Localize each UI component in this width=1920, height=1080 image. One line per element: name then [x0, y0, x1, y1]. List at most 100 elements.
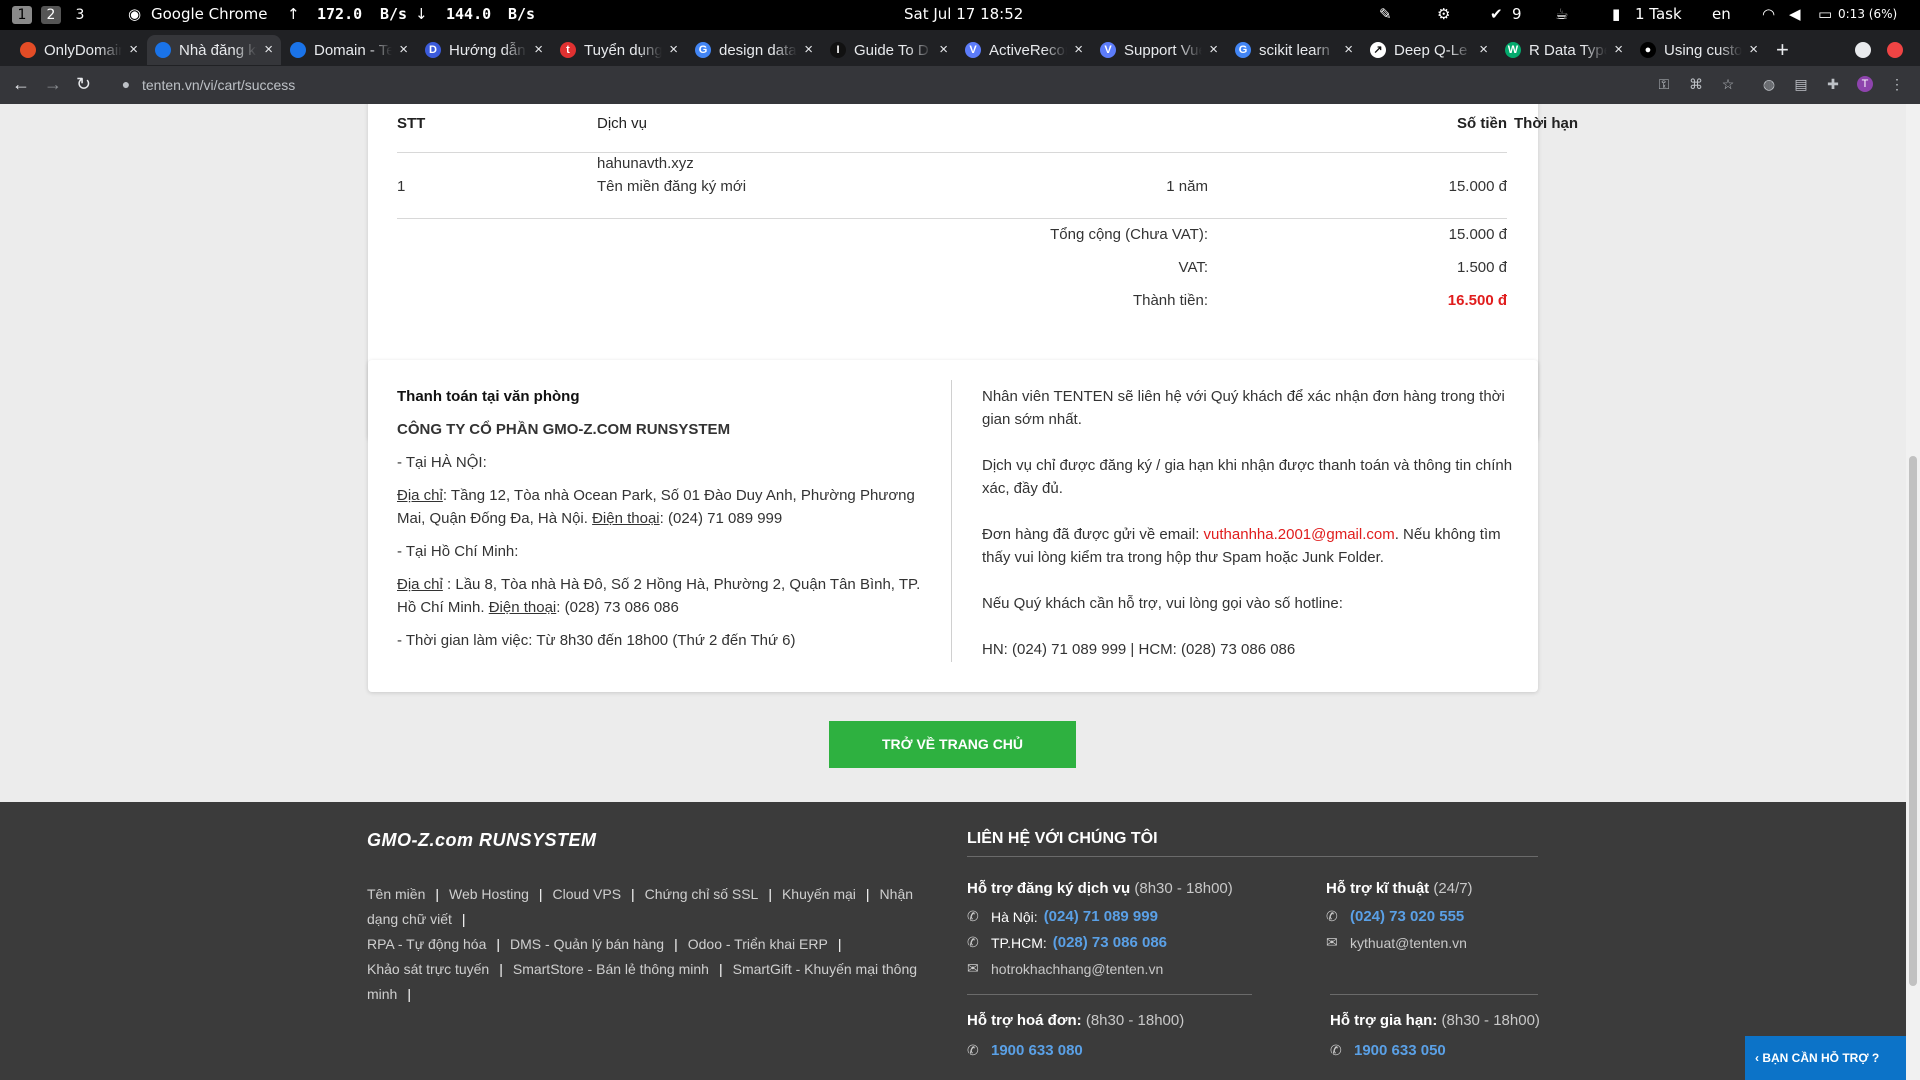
net-down-unit: B/s — [508, 5, 536, 23]
footer-logo[interactable]: GMO-Z.com RUNSYSTEM — [367, 830, 597, 851]
link-separator: | — [499, 961, 503, 977]
tasks-label[interactable]: 1 Task — [1635, 5, 1682, 23]
close-tab-icon[interactable]: × — [1344, 41, 1353, 58]
close-tab-icon[interactable]: × — [1209, 41, 1218, 58]
workspace-2[interactable]: 2 — [41, 6, 61, 24]
close-tab-icon[interactable]: × — [1749, 41, 1758, 58]
profile-avatar[interactable]: T — [1857, 76, 1873, 92]
tab-title: design data — [719, 41, 797, 59]
close-tab-icon[interactable]: × — [264, 41, 273, 58]
browser-tab[interactable]: Domain - Te × — [282, 35, 416, 65]
settings-icon[interactable]: ⚙ — [1437, 5, 1450, 23]
back-icon[interactable]: ← — [12, 74, 30, 95]
close-tab-icon[interactable]: × — [804, 41, 813, 58]
footer-link[interactable]: Tên miền — [367, 886, 425, 902]
color-picker-icon[interactable]: ✎ — [1379, 5, 1392, 23]
link-separator: | — [435, 886, 439, 902]
reload-icon[interactable]: ↻ — [76, 74, 91, 95]
coffee-icon[interactable]: ☕ — [1555, 5, 1568, 23]
close-tab-icon[interactable]: × — [939, 41, 948, 58]
extension-color-icon[interactable]: ◍ — [1761, 76, 1777, 92]
footer-link[interactable]: Web Hosting — [449, 886, 529, 902]
footer-link[interactable]: SmartStore - Bán lẻ thông minh — [513, 961, 709, 977]
scrollbar-thumb[interactable] — [1909, 456, 1917, 986]
url-text[interactable]: tenten.vn/vi/cart/success — [142, 77, 295, 93]
total-value: 16.500 đ — [1447, 292, 1507, 309]
reg-hn-phone[interactable]: (024) 71 089 999 — [1044, 908, 1158, 925]
close-tab-icon[interactable]: × — [1074, 41, 1083, 58]
close-tab-icon[interactable]: × — [1479, 41, 1488, 58]
browser-tab[interactable]: Gdesign data × — [687, 35, 821, 65]
tab-search-icon[interactable] — [1855, 42, 1871, 58]
clock[interactable]: Sat Jul 17 18:52 — [904, 5, 1023, 23]
customer-email[interactable]: vuthanhha.2001@gmail.com — [1204, 526, 1395, 543]
language-indicator[interactable]: en — [1712, 5, 1731, 23]
phone-icon: ✆ — [967, 1042, 979, 1058]
help-chat-button[interactable]: ‹ BẠN CẦN HỖ TRỢ ? — [1745, 1036, 1906, 1080]
footer-link[interactable]: Khảo sát trực tuyến — [367, 961, 489, 977]
lock-icon[interactable]: ● — [118, 76, 134, 92]
page-scrollbar[interactable] — [1906, 104, 1920, 1080]
menu-kebab-icon[interactable]: ⋮ — [1889, 76, 1905, 92]
clipboard-icon[interactable]: ▮ — [1612, 5, 1620, 23]
browser-tab[interactable]: D Hướng dẫn × — [417, 35, 551, 65]
upload-icon: ↑ — [287, 5, 300, 23]
close-tab-icon[interactable]: × — [534, 41, 543, 58]
browser-tab[interactable]: Gscikit learn × — [1227, 35, 1361, 65]
footer-link[interactable]: RPA - Tự động hóa — [367, 936, 486, 952]
renew-support-hours: (8h30 - 18h00) — [1441, 1012, 1540, 1029]
reg-support-title: Hỗ trợ đăng ký dịch vụ — [967, 880, 1131, 897]
profile-record-icon[interactable] — [1887, 42, 1903, 58]
footer-link[interactable]: Odoo - Triển khai ERP — [688, 936, 828, 952]
browser-tab[interactable]: V Support Vue × — [1092, 35, 1226, 65]
browser-tab[interactable]: Nhà đăng ký × — [147, 35, 281, 65]
working-hours: - Thời gian làm việc: Từ 8h30 đến 18h00 … — [397, 632, 796, 649]
google-icon: G — [695, 42, 711, 58]
vat-value: 1.500 đ — [1456, 259, 1507, 276]
hanoi-phone: : (024) 71 089 999 — [659, 510, 783, 527]
close-tab-icon[interactable]: × — [669, 41, 678, 58]
topcv-icon: t — [560, 42, 576, 58]
translate-icon[interactable]: ⌘ — [1688, 76, 1704, 92]
updates-check-icon[interactable]: ✔ — [1490, 5, 1503, 23]
reg-hn-row: ✆ Hà Nội: (024) 71 089 999 — [967, 908, 1158, 925]
browser-tab[interactable]: ↗ Deep Q-Le × — [1362, 35, 1496, 65]
tech-phone[interactable]: (024) 73 020 555 — [1350, 908, 1464, 925]
address-bar: ← → ↻ ● tenten.vn/vi/cart/success ⚿ ⌘ ☆ … — [0, 66, 1920, 104]
reg-hcm-phone[interactable]: (028) 73 086 086 — [1053, 934, 1167, 951]
tenten-icon — [155, 42, 171, 58]
invoice-phone[interactable]: 1900 633 080 — [991, 1042, 1083, 1059]
footer-link[interactable]: Cloud VPS — [553, 886, 621, 902]
footer-link[interactable]: DMS - Quản lý bán hàng — [510, 936, 664, 952]
updates-count: 9 — [1512, 5, 1522, 23]
reg-email[interactable]: hotrokhachhang@tenten.vn — [991, 961, 1163, 977]
renew-phone[interactable]: 1900 633 050 — [1354, 1042, 1446, 1059]
w3-icon: W — [1505, 42, 1521, 58]
workspace-1[interactable]: 1 — [12, 6, 32, 24]
star-icon[interactable]: ☆ — [1720, 76, 1736, 92]
new-tab-icon[interactable]: + — [1776, 37, 1789, 63]
close-tab-icon[interactable]: × — [399, 41, 408, 58]
browser-tab[interactable]: ● Using custo × — [1632, 35, 1766, 65]
tech-email[interactable]: kythuat@tenten.vn — [1350, 935, 1467, 951]
browser-tab[interactable]: t Tuyển dụng × — [552, 35, 686, 65]
close-tab-icon[interactable]: × — [1614, 41, 1623, 58]
note-email: Đơn hàng đã được gửi về email: vuthanhha… — [982, 523, 1527, 569]
key-icon[interactable]: ⚿ — [1656, 76, 1672, 92]
footer-link[interactable]: Chứng chỉ số SSL — [645, 886, 759, 902]
browser-tab[interactable]: V ActiveRecord × — [957, 35, 1091, 65]
footer-lower: Hỗ trợ hoá đơn: (8h30 - 18h00) ✆ 1900 633… — [0, 994, 1906, 1080]
workspace-3[interactable]: 3 — [70, 6, 90, 24]
forward-icon[interactable]: → — [44, 74, 62, 95]
wifi-icon[interactable]: ◠ — [1762, 5, 1775, 23]
browser-tab[interactable]: I Guide To D × — [822, 35, 956, 65]
extensions-puzzle-icon[interactable]: ✚ — [1825, 76, 1841, 92]
browser-tab[interactable]: OnlyDomains × — [12, 35, 146, 65]
close-tab-icon[interactable]: × — [129, 41, 138, 58]
extension-card-icon[interactable]: ▤ — [1793, 76, 1809, 92]
browser-tab[interactable]: W R Data Type × — [1497, 35, 1631, 65]
hcm-address-block: Địa chỉ : Lầu 8, Tòa nhà Hà Đô, Số 2 Hồn… — [397, 573, 937, 619]
footer-link[interactable]: Khuyến mại — [782, 886, 856, 902]
back-to-home-button[interactable]: TRỞ VỀ TRANG CHỦ — [829, 721, 1076, 768]
volume-icon[interactable]: ◀ — [1789, 5, 1801, 23]
